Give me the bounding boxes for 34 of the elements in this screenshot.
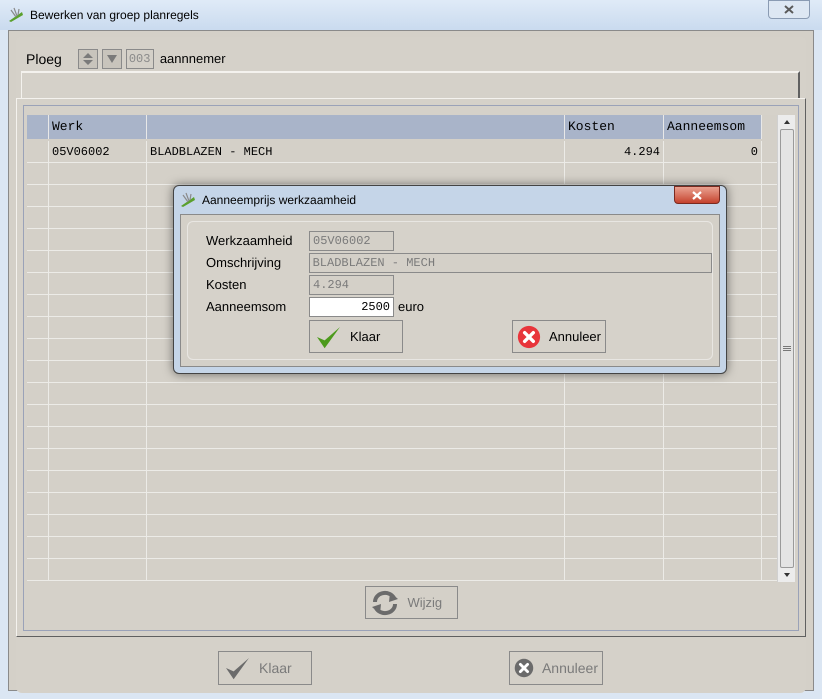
spin-button[interactable] (78, 49, 98, 69)
field-label: Kosten (206, 276, 248, 294)
field-label: aannnemer (160, 50, 226, 68)
scroll-thumb[interactable] (780, 129, 794, 568)
close-button[interactable] (768, 0, 810, 19)
dialog-title: Aanneemprijs werkzaamheid (202, 192, 356, 209)
table-cell: 0 (664, 141, 762, 162)
table-cell: BLADBLAZEN - MECH (147, 141, 565, 162)
down-arrow-icon (106, 54, 118, 64)
field-label: Werkzaamheid (206, 232, 294, 250)
app-icon (8, 7, 24, 23)
app-icon (180, 192, 196, 208)
field-label: Omschrijving (206, 254, 282, 272)
table-cell: 05V06002 (49, 141, 147, 162)
field-label: Ploeg (26, 50, 62, 69)
grip-icon (782, 346, 790, 352)
field-label: Aanneemsom (206, 298, 288, 316)
cancel-button[interactable]: Annuleer (512, 320, 606, 353)
unit-label: euro (398, 298, 424, 316)
table-cell: 4.294 (565, 141, 664, 162)
column-header[interactable] (27, 115, 49, 139)
scrollbar[interactable] (777, 115, 795, 582)
dropdown-button[interactable] (102, 49, 122, 69)
close-icon (784, 5, 794, 14)
close-button[interactable] (674, 186, 720, 204)
up-down-arrows-icon (82, 52, 94, 66)
column-header[interactable]: Aanneemsom (664, 115, 762, 139)
ok-button[interactable]: Klaar (309, 320, 403, 353)
column-header[interactable]: Kosten (565, 115, 664, 139)
refresh-icon (370, 590, 400, 616)
window-title: Bewerken van groep planregels (30, 7, 199, 24)
text-field[interactable]: 2500 (309, 297, 394, 317)
column-header[interactable]: Werk (49, 115, 147, 139)
close-icon (692, 190, 702, 200)
